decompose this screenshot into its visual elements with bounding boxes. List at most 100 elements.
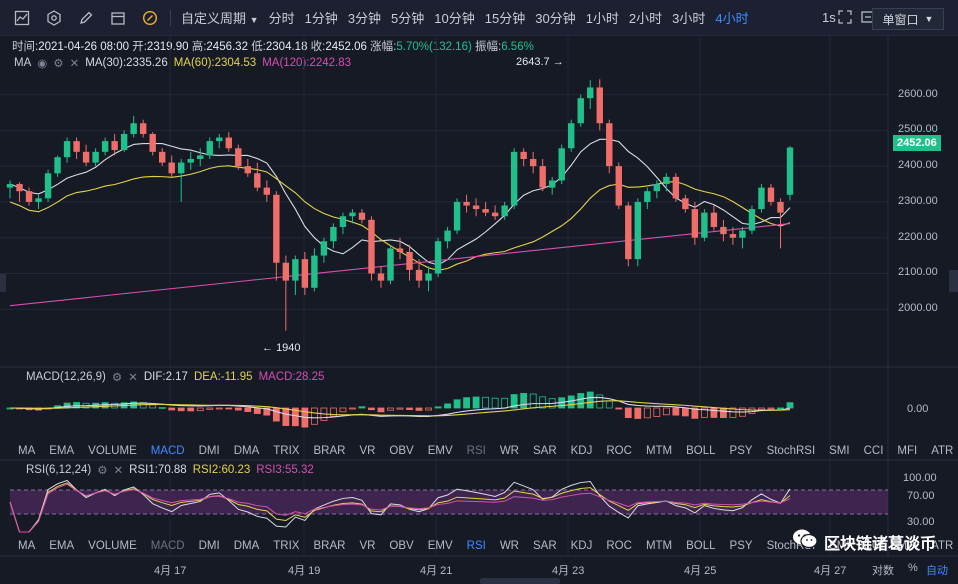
macd-pane-tab-wr[interactable]: WR: [500, 445, 519, 457]
rsi-pane-tab-roc[interactable]: ROC: [606, 540, 632, 552]
candle-body: [472, 205, 480, 210]
macd-histogram-bar: [501, 397, 509, 409]
date-axis-label: 4月 19: [288, 565, 321, 577]
horizontal-scrollbar[interactable]: [480, 578, 560, 584]
candle-body: [444, 230, 451, 242]
candle-body: [786, 147, 794, 195]
candle-body: [710, 212, 718, 227]
macd-pane-tab-boll[interactable]: BOLL: [686, 445, 715, 457]
macd-pane-tab-brar[interactable]: BRAR: [313, 445, 345, 457]
macd-histogram-bar: [491, 397, 499, 409]
log-scale-toggle[interactable]: 对数: [872, 562, 894, 578]
close-icon[interactable]: ✕: [114, 463, 124, 477]
macd-pane-tab-psy[interactable]: PSY: [730, 445, 753, 457]
macd-dea: DEA:-11.95: [193, 371, 253, 383]
macd-histogram-bar: [225, 407, 233, 410]
rsi2-value: RSI2:60.23: [192, 464, 251, 476]
rsi-pane-tab-rsi[interactable]: RSI: [467, 540, 486, 552]
macd-histogram-bar: [453, 399, 461, 409]
rsi-pane-tab-volume[interactable]: VOLUME: [88, 540, 137, 552]
candle-body: [168, 162, 175, 174]
macd-histogram-bar: [387, 407, 394, 411]
candle-body: [558, 148, 565, 181]
date-axis-label: 4月 27: [814, 565, 847, 577]
macd-pane-tab-kdj[interactable]: KDJ: [571, 445, 593, 457]
date-axis-label: 4月 23: [552, 565, 585, 577]
candle-body: [339, 216, 347, 227]
chart-canvas[interactable]: [0, 0, 958, 584]
high-annotation: 2643.7 →: [516, 56, 564, 68]
macd-histogram-bar: [577, 393, 585, 409]
macd-histogram-bar: [310, 407, 318, 425]
macd-pane-tab-dma[interactable]: DMA: [234, 445, 260, 457]
macd-pane-tab-dmi[interactable]: DMI: [199, 445, 220, 457]
candle-body: [206, 141, 213, 156]
candle-body: [187, 159, 194, 163]
macd-pane-tab-rsi[interactable]: RSI: [467, 445, 486, 457]
candle-body: [615, 166, 622, 206]
candle-body: [625, 205, 632, 260]
gear-icon[interactable]: ⚙: [112, 370, 122, 384]
rsi-pane-tab-trix[interactable]: TRIX: [273, 540, 299, 552]
watermark: 区块链诸葛谈币: [792, 528, 936, 555]
gear-icon[interactable]: ⚙: [97, 463, 107, 477]
macd-histogram-bar: [358, 406, 366, 409]
macd-pane-tab-roc[interactable]: ROC: [606, 445, 632, 457]
rsi-pane-tab-dmi[interactable]: DMI: [199, 540, 220, 552]
candle-body: [587, 87, 594, 99]
macd-pane-tab-obv[interactable]: OBV: [389, 445, 413, 457]
rsi-pane-tab-wr[interactable]: WR: [500, 540, 519, 552]
macd-pane-tab-vr[interactable]: VR: [359, 445, 375, 457]
macd-histogram-bar: [634, 407, 642, 419]
macd-pane-tab-volume[interactable]: VOLUME: [88, 445, 137, 457]
low-annotation-value: 1940: [276, 342, 301, 354]
rsi-pane-tab-kdj[interactable]: KDJ: [571, 540, 593, 552]
rsi-pane-tab-obv[interactable]: OBV: [389, 540, 413, 552]
rsi-pane-tab-boll[interactable]: BOLL: [686, 540, 715, 552]
close-icon[interactable]: ✕: [128, 370, 138, 384]
macd-pane-tab-ema[interactable]: EMA: [49, 445, 74, 457]
rsi-pane-tab-brar[interactable]: BRAR: [313, 540, 345, 552]
candle-body: [254, 173, 261, 188]
rsi-pane-tab-dma[interactable]: DMA: [234, 540, 260, 552]
macd-histogram-bar: [748, 407, 756, 414]
rsi-pane-tab-macd[interactable]: MACD: [151, 540, 185, 552]
rsi-pane-tab-emv[interactable]: EMV: [428, 540, 453, 552]
macd-pane-tab-smi[interactable]: SMI: [829, 445, 849, 457]
rsi1-value: RSI1:70.88: [129, 464, 187, 476]
auto-scale-toggle[interactable]: 自动: [926, 562, 948, 578]
candle-body: [330, 226, 337, 242]
rsi-pane-tab-mtm[interactable]: MTM: [646, 540, 672, 552]
macd-histogram-bar: [158, 407, 166, 409]
rsi-pane-tab-psy[interactable]: PSY: [730, 540, 753, 552]
macd-pane-tab-cci[interactable]: CCI: [864, 445, 884, 457]
macd-pane-tab-mtm[interactable]: MTM: [646, 445, 672, 457]
macd-pane-tab-macd[interactable]: MACD: [151, 445, 185, 457]
low-annotation: ← 1940: [262, 342, 301, 354]
rsi-pane-tab-sar[interactable]: SAR: [533, 540, 557, 552]
macd-pane-tab-ma[interactable]: MA: [18, 445, 35, 457]
macd-histogram-bar: [653, 407, 661, 417]
candle-body: [644, 191, 651, 202]
candle-body: [63, 141, 71, 158]
high-annotation-value: 2643.7: [516, 56, 550, 68]
candle-body: [634, 201, 642, 260]
macd-pane-tab-mfi[interactable]: MFI: [897, 445, 917, 457]
candle-body: [178, 162, 185, 174]
percent-toggle[interactable]: %: [908, 562, 918, 574]
macd-pane-tab-emv[interactable]: EMV: [428, 445, 453, 457]
candle-body: [244, 166, 252, 174]
left-scroll-handle[interactable]: [0, 274, 6, 292]
macd-pane-tab-sar[interactable]: SAR: [533, 445, 557, 457]
macd-histogram-bar: [444, 403, 451, 409]
rsi-pane-tab-vr[interactable]: VR: [359, 540, 375, 552]
date-axis-label: 4月 25: [684, 565, 717, 577]
right-scroll-handle[interactable]: [949, 270, 958, 292]
macd-pane-tab-atr[interactable]: ATR: [931, 445, 953, 457]
macd-pane-tab-stochrsi[interactable]: StochRSI: [767, 445, 816, 457]
macd-pane-tab-trix[interactable]: TRIX: [273, 445, 299, 457]
rsi-pane-tab-ma[interactable]: MA: [18, 540, 35, 552]
rsi-pane-tab-ema[interactable]: EMA: [49, 540, 74, 552]
candle-body: [25, 191, 33, 202]
macd-histogram-bar: [415, 407, 423, 411]
